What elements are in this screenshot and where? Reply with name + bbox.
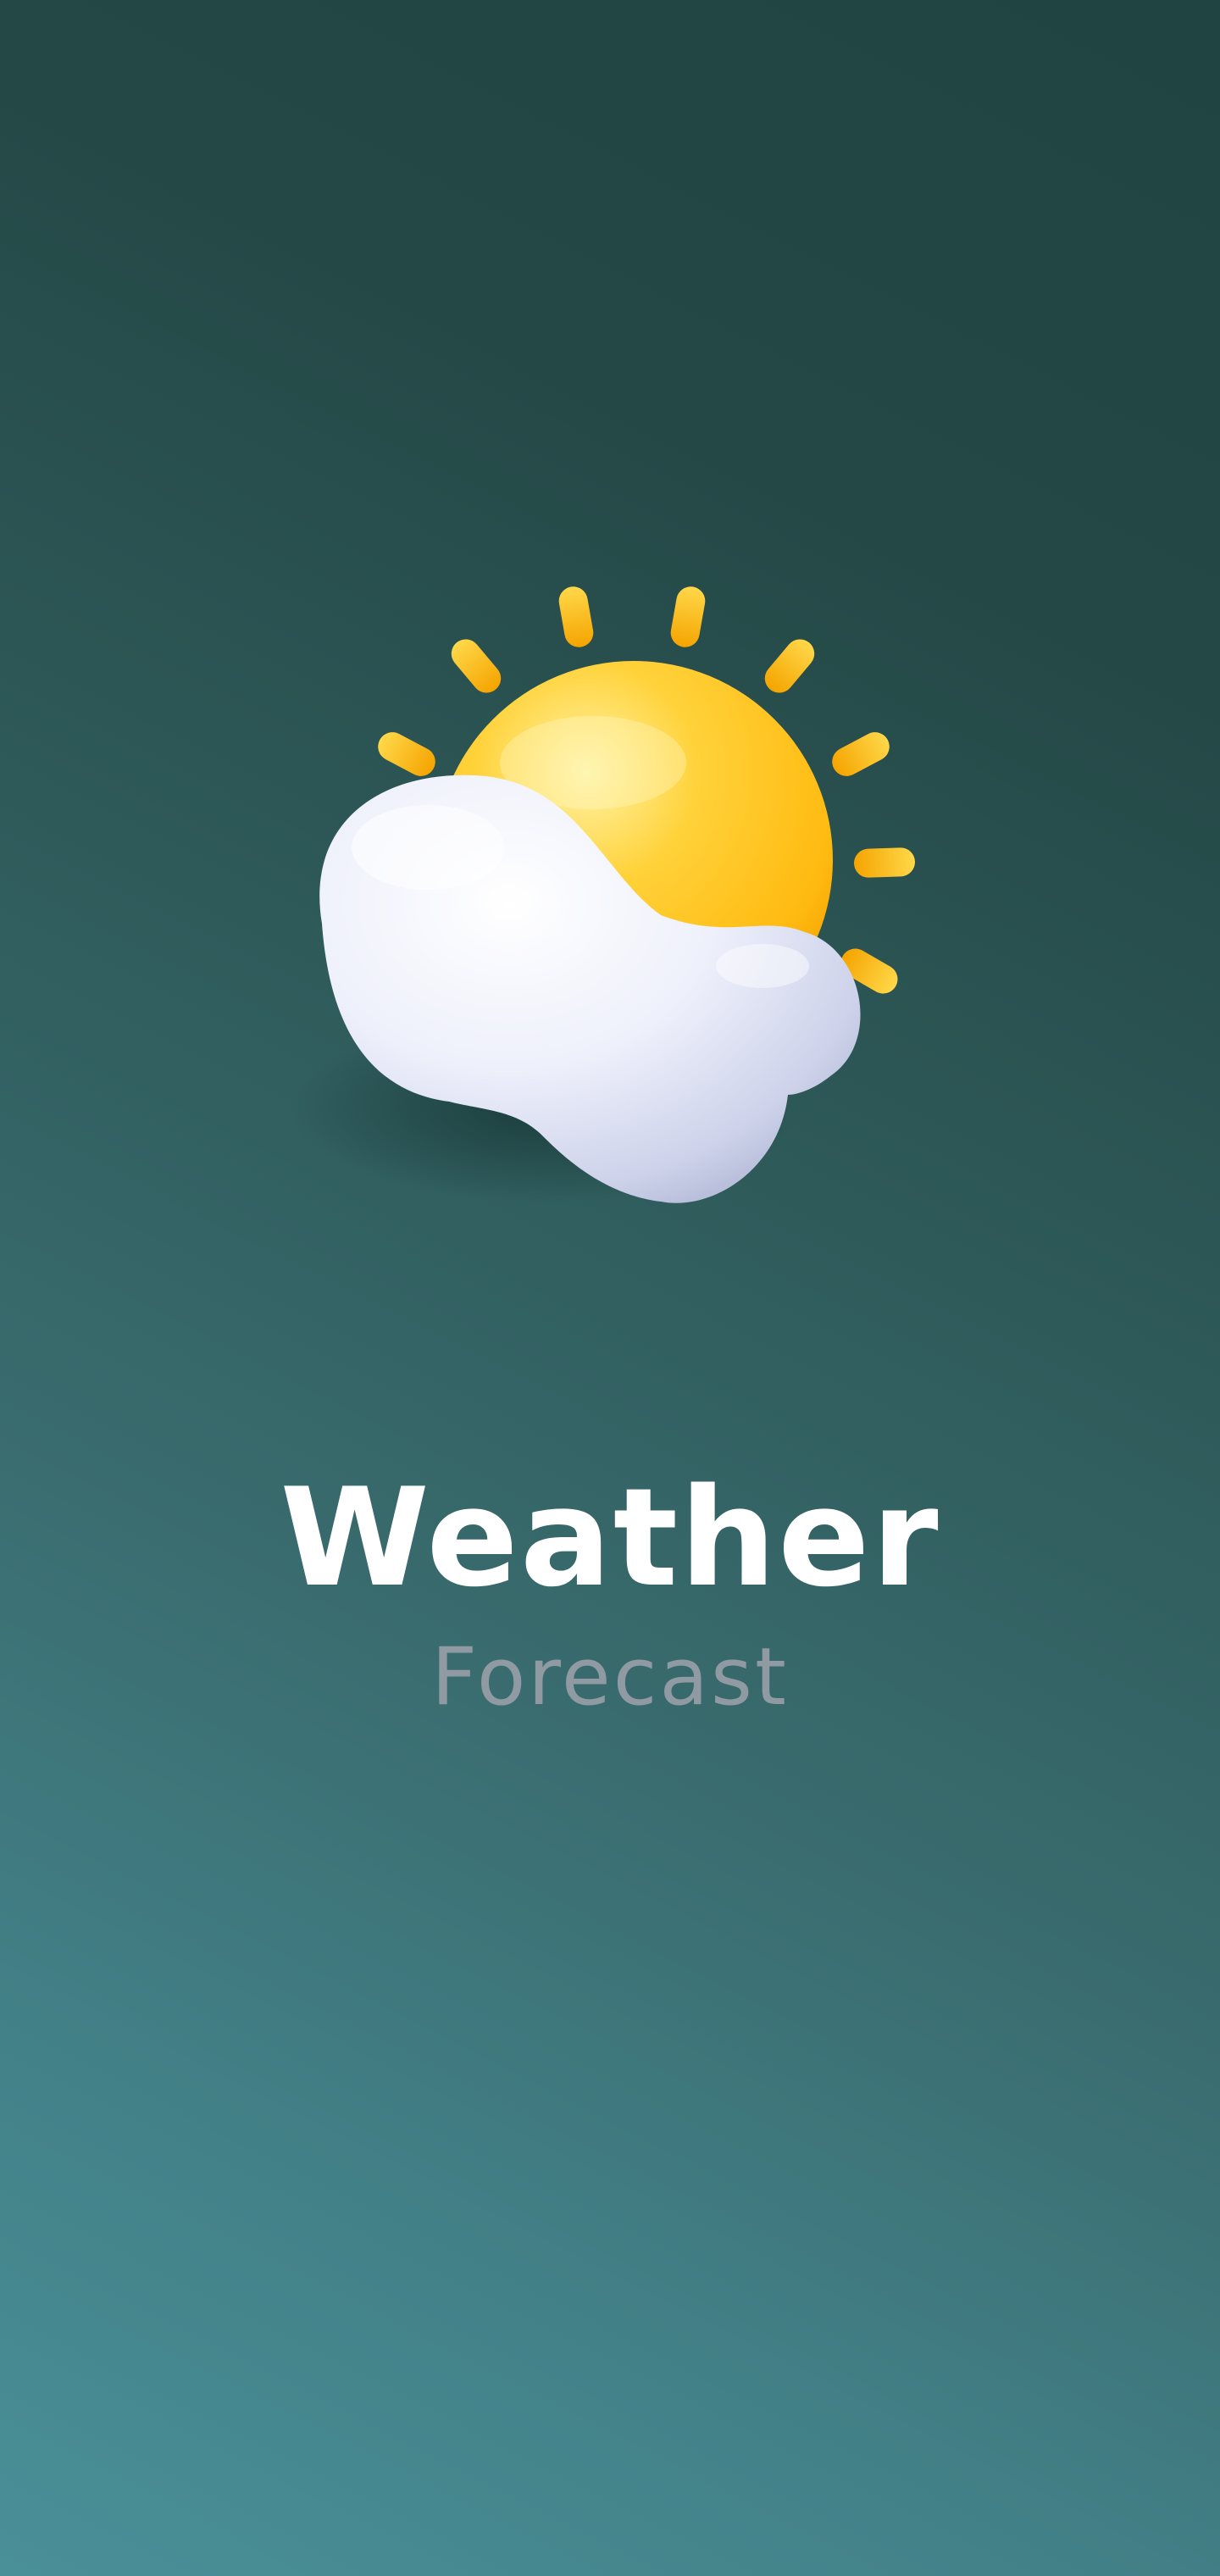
app-title: Weather bbox=[280, 1458, 940, 1617]
splash-screen: Weather Forecast bbox=[0, 0, 1220, 2576]
sun-behind-cloud-icon bbox=[288, 568, 932, 1229]
app-subtitle: Forecast bbox=[431, 1631, 789, 1724]
